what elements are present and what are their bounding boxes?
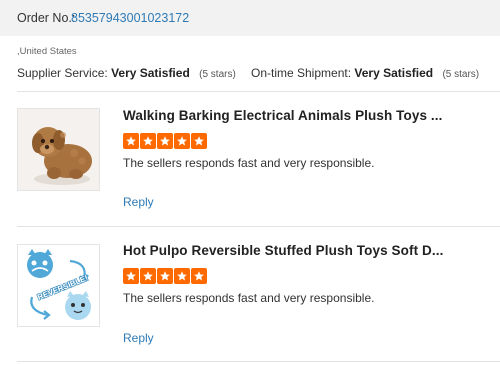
supplier-service-value: Very Satisfied [111,66,190,80]
order-header: Order No.: 8535794300102317​2 [0,0,500,36]
divider [17,91,500,92]
product-thumbnail[interactable]: REVERSIBLE! [17,244,100,327]
order-number-link[interactable]: 8535794300102317​2 [71,11,189,25]
star-icon [174,268,190,284]
order-number-label: Order No.: [17,11,76,25]
ontime-shipment-stars: (5 stars) [442,69,480,80]
review-text: The sellers responds fast and very respo… [123,156,375,170]
star-icon [157,133,173,149]
star-rating [123,133,207,149]
star-icon [191,133,207,149]
star-icon [123,133,139,149]
plush-puppy-image [18,109,99,190]
ontime-shipment-rating: On-time Shipment: Very Satisfied (5 star… [251,66,479,80]
product-title[interactable]: Hot Pulpo Reversible Stuffed Plush Toys … [123,243,443,258]
product-thumbnail[interactable] [17,108,100,191]
star-icon [140,133,156,149]
divider [17,361,500,362]
reversible-plush-image: REVERSIBLE! [18,245,99,326]
divider [17,226,500,227]
product-title[interactable]: Walking Barking Electrical Animals Plush… [123,108,443,123]
star-icon [174,133,190,149]
ontime-shipment-value: Very Satisfied [354,66,434,80]
star-rating [123,268,207,284]
supplier-service-stars: (5 stars) [199,69,236,80]
buyer-country: ,United States [17,46,77,57]
ontime-shipment-label: On-time Shipment: [251,66,352,80]
star-icon [123,268,139,284]
star-icon [191,268,207,284]
reply-link[interactable]: Reply [123,195,154,209]
star-icon [140,268,156,284]
reply-link[interactable]: Reply [123,331,154,345]
star-icon [157,268,173,284]
supplier-service-rating: Supplier Service: Very Satisfied (5 star… [17,66,236,80]
review-text: The sellers responds fast and very respo… [123,291,375,305]
supplier-service-label: Supplier Service: [17,66,108,80]
